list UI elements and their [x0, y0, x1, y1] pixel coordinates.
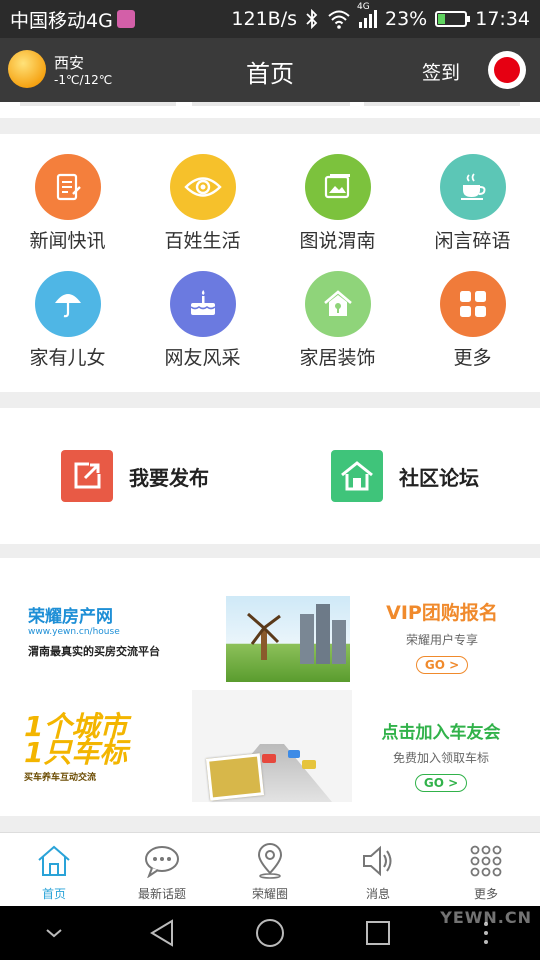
clock: 17:34	[475, 8, 530, 30]
battery-percent: 23%	[385, 8, 428, 30]
vip-promo[interactable]: VIP团购报名 荣耀用户专享 GO >	[380, 598, 504, 674]
category-home-decor[interactable]: 家居装饰	[270, 271, 405, 388]
forum-house-icon	[331, 450, 383, 502]
chat-bubble-icon	[142, 841, 182, 881]
category-label: 新闻快讯	[29, 230, 106, 252]
record-button[interactable]	[488, 51, 526, 89]
collapse-icon[interactable]	[24, 911, 84, 955]
home-icon	[34, 841, 74, 881]
windmill-image	[226, 596, 350, 682]
status-bar: 中国移动4G 121B/s 4G 23% 17:34	[0, 0, 540, 38]
promo-banner: 荣耀房产网 www.yewn.cn/house 渭南最真实的买房交流平台 VIP…	[0, 558, 540, 816]
house-brand-url: www.yewn.cn/house	[28, 627, 120, 637]
category-life[interactable]: 百姓生活	[135, 154, 270, 271]
tab-label: 最新话题	[137, 887, 186, 901]
forum-label: 社区论坛	[399, 465, 479, 490]
tab-home[interactable]: 首页	[0, 833, 108, 906]
street-sketch-image	[192, 690, 352, 802]
dots-grid-icon	[466, 841, 506, 881]
category-label: 更多	[453, 347, 492, 369]
category-label: 百姓生活	[164, 230, 241, 252]
vip-go-button[interactable]: GO >	[415, 656, 469, 674]
category-netizens[interactable]: 网友风采	[135, 271, 270, 388]
vip-title: VIP团购报名	[386, 602, 498, 624]
category-family[interactable]: 家有儿女	[0, 271, 135, 388]
tab-messages[interactable]: 消息	[324, 833, 432, 906]
house-brand-slogan: 渭南最真实的买房交流平台	[28, 645, 160, 658]
category-label: 闲言碎语	[434, 230, 511, 252]
car-club-go-button[interactable]: GO >	[414, 774, 468, 792]
category-label: 图说渭南	[299, 230, 376, 252]
car-brand-logo[interactable]: 1个城市 1只车标 买车养车互动交流	[24, 713, 144, 784]
wifi-icon	[328, 10, 350, 29]
signin-button[interactable]: 签到	[422, 58, 460, 85]
teacup-icon	[439, 154, 506, 220]
carrier-label: 中国移动4G	[10, 9, 113, 32]
bluetooth-icon	[306, 9, 318, 29]
cell-signal-icon: 4G	[357, 2, 377, 28]
car-club-subtitle: 免费加入领取车标	[392, 751, 489, 765]
grid-icon	[439, 271, 506, 337]
cake-icon	[169, 271, 236, 337]
location-pin-icon	[250, 841, 290, 881]
car-club-title: 点击加入车友会	[381, 723, 501, 743]
umbrella-icon	[34, 271, 101, 337]
speaker-icon	[358, 841, 398, 881]
action-row: 我要发布 社区论坛	[0, 408, 540, 544]
category-more[interactable]: 更多	[405, 271, 540, 388]
publish-icon	[61, 450, 113, 502]
tab-circle[interactable]: 荣耀圈	[216, 833, 324, 906]
scrolled-content-edge	[0, 102, 540, 118]
tab-label: 更多	[473, 887, 498, 901]
record-dot-icon	[494, 57, 520, 83]
network-type: 4G	[357, 2, 370, 12]
category-chat[interactable]: 闲言碎语	[405, 154, 540, 271]
car-brand-line2: 1只车标	[24, 736, 128, 769]
back-icon[interactable]	[132, 911, 192, 955]
car-badge-sticker	[205, 753, 265, 801]
forum-button[interactable]: 社区论坛	[270, 450, 540, 502]
network-speed: 121B/s	[231, 8, 297, 30]
house-icon	[304, 271, 371, 337]
tab-label: 荣耀圈	[251, 887, 288, 901]
vip-subtitle: 荣耀用户专享	[405, 633, 478, 647]
recents-icon[interactable]	[348, 911, 408, 955]
publish-button[interactable]: 我要发布	[0, 450, 270, 502]
news-icon	[34, 154, 101, 220]
photo-icon	[304, 154, 371, 220]
car-club-promo[interactable]: 点击加入车友会 免费加入领取车标 GO >	[366, 718, 516, 792]
category-news[interactable]: 新闻快讯	[0, 154, 135, 271]
house-brand-logo[interactable]: 荣耀房产网 www.yewn.cn/house 渭南最真实的买房交流平台	[28, 602, 160, 659]
publish-label: 我要发布	[129, 465, 209, 490]
tab-label: 消息	[365, 887, 390, 901]
category-label: 家有儿女	[29, 347, 106, 369]
car-brand-slogan: 买车养车互动交流	[24, 773, 97, 783]
category-photos[interactable]: 图说渭南	[270, 154, 405, 271]
sim-icon	[116, 10, 135, 28]
category-grid: 新闻快讯 百姓生活 图说渭南 闲言碎语 家有儿女 网友风采 家居装饰 更多	[0, 134, 540, 392]
tab-label: 首页	[41, 887, 66, 901]
category-label: 网友风采	[164, 347, 241, 369]
battery-icon	[435, 11, 471, 27]
home-circle-icon[interactable]	[240, 911, 300, 955]
house-brand-name: 荣耀房产网	[28, 607, 113, 627]
category-label: 家居装饰	[299, 347, 376, 369]
eye-icon	[169, 154, 236, 220]
tab-more[interactable]: 更多	[432, 833, 540, 906]
tab-topics[interactable]: 最新话题	[108, 833, 216, 906]
watermark-text: YEWN.CN	[440, 908, 532, 927]
bottom-tab-bar: 首页 最新话题 荣耀圈 消息 更多	[0, 832, 540, 906]
app-header: 西安 -1℃/12℃ 首页 签到	[0, 38, 540, 102]
